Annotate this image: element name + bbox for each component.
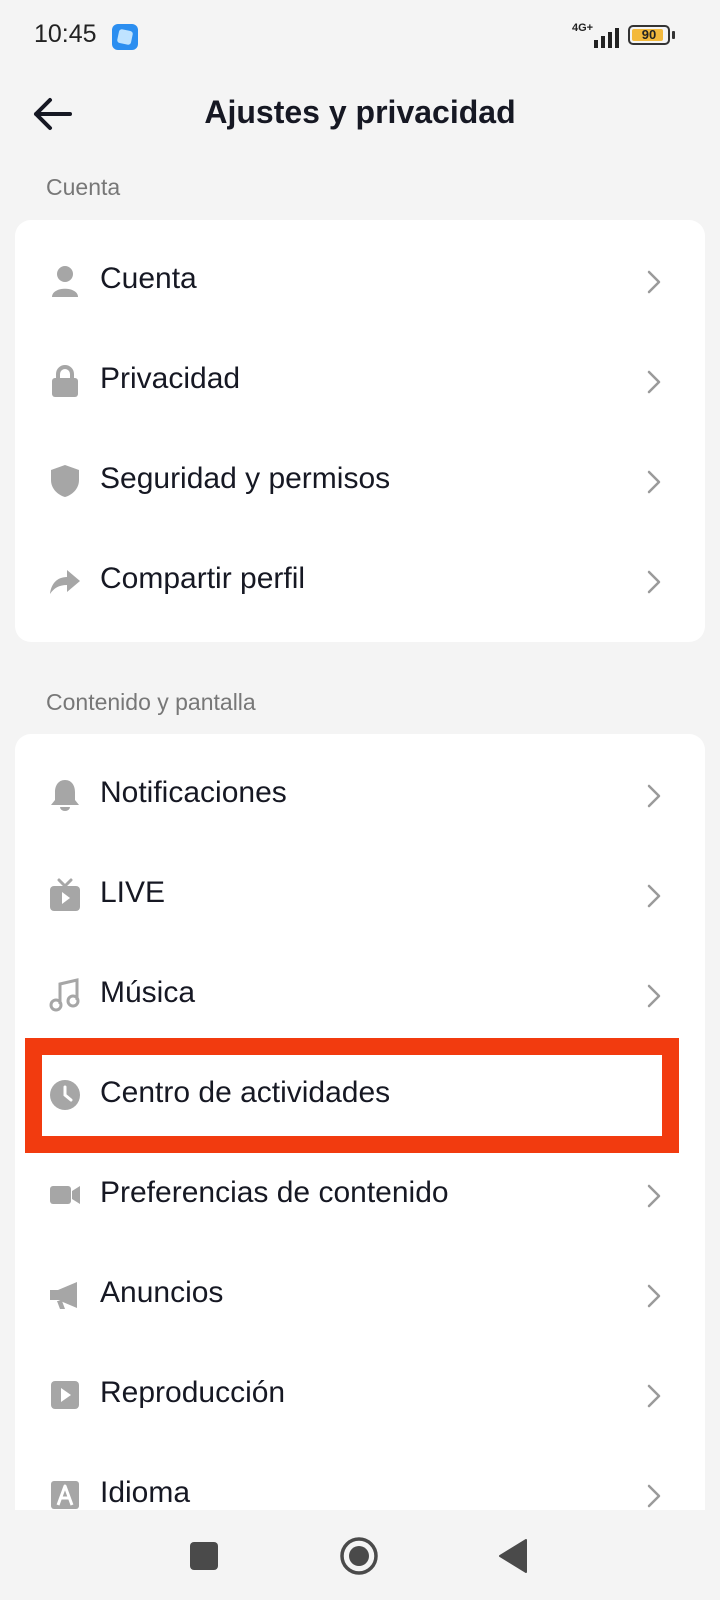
status-bar: 10:45 4G+ 90 [0,0,720,72]
play-icon [51,1381,79,1409]
battery-tip [672,31,675,39]
settings-item-idioma[interactable]: Idioma [15,1445,705,1510]
chevron-right-icon [647,884,661,908]
chevron-right-icon [647,984,661,1008]
content-settings-card: Notificaciones LIVE Música Centro de act… [15,734,705,1510]
settings-item-label: LIVE [100,876,166,909]
settings-item-centro-actividades[interactable]: Centro de actividades [15,1045,705,1145]
settings-item-label: Compartir perfil [100,562,306,595]
settings-item-label: Notificaciones [100,776,287,809]
person-icon [52,266,78,297]
shield-icon [51,465,79,497]
chevron-right-icon [647,270,661,294]
app-notification-icon [112,24,138,50]
system-navigation-bar [0,1510,720,1600]
header: Ajustes y privacidad [0,72,720,156]
chevron-right-icon [647,470,661,494]
network-type: 4G+ [572,22,594,34]
account-settings-card: Cuenta Privacidad Seguridad y permisos C… [15,220,705,642]
settings-item-preferencias-contenido[interactable]: Preferencias de contenido [15,1145,705,1245]
settings-item-label: Reproducción [100,1376,286,1409]
language-icon [51,1481,79,1509]
settings-item-label: Anuncios [100,1276,224,1309]
settings-item-label: Seguridad y permisos [100,462,391,495]
back-button[interactable] [496,1536,536,1576]
chevron-right-icon [647,370,661,394]
battery-level: 90 [641,27,657,42]
chevron-right-icon [647,784,661,808]
chevron-right-icon [647,1384,661,1408]
lock-icon [52,365,78,397]
page-title: Ajustes y privacidad [204,94,516,130]
settings-item-privacidad[interactable]: Privacidad [15,331,705,431]
music-note-icon [49,978,80,1012]
settings-item-seguridad[interactable]: Seguridad y permisos [15,431,705,531]
signal-icon [594,28,619,48]
settings-item-label: Cuenta [100,262,197,295]
status-time: 10:45 [34,20,97,48]
home-button[interactable] [339,1536,379,1576]
megaphone-icon [50,1282,77,1309]
chevron-right-icon [647,1184,661,1208]
chevron-right-icon [647,1484,661,1508]
settings-item-compartir-perfil[interactable]: Compartir perfil [15,531,705,631]
settings-item-musica[interactable]: Música [15,945,705,1045]
section-title-cuenta: Cuenta [46,174,121,200]
settings-item-anuncios[interactable]: Anuncios [15,1245,705,1345]
share-icon [50,570,80,594]
settings-item-reproduccion[interactable]: Reproducción [15,1345,705,1445]
bell-icon [51,780,79,811]
settings-item-notificaciones[interactable]: Notificaciones [15,745,705,845]
settings-item-label: Música [100,976,196,1009]
recent-apps-button[interactable] [184,1536,224,1576]
tv-icon [50,878,80,911]
settings-item-label: Idioma [100,1476,191,1509]
battery-icon: 90 [628,25,670,45]
clock-icon [50,1080,80,1110]
chevron-right-icon [647,570,661,594]
section-title-contenido: Contenido y pantalla [46,689,256,715]
settings-item-label: Centro de actividades [100,1076,391,1109]
settings-item-label: Preferencias de contenido [100,1176,449,1209]
settings-item-live[interactable]: LIVE [15,845,705,945]
video-camera-icon [50,1186,80,1204]
chevron-right-icon [647,1284,661,1308]
settings-item-cuenta[interactable]: Cuenta [15,231,705,331]
settings-item-label: Privacidad [100,362,241,395]
